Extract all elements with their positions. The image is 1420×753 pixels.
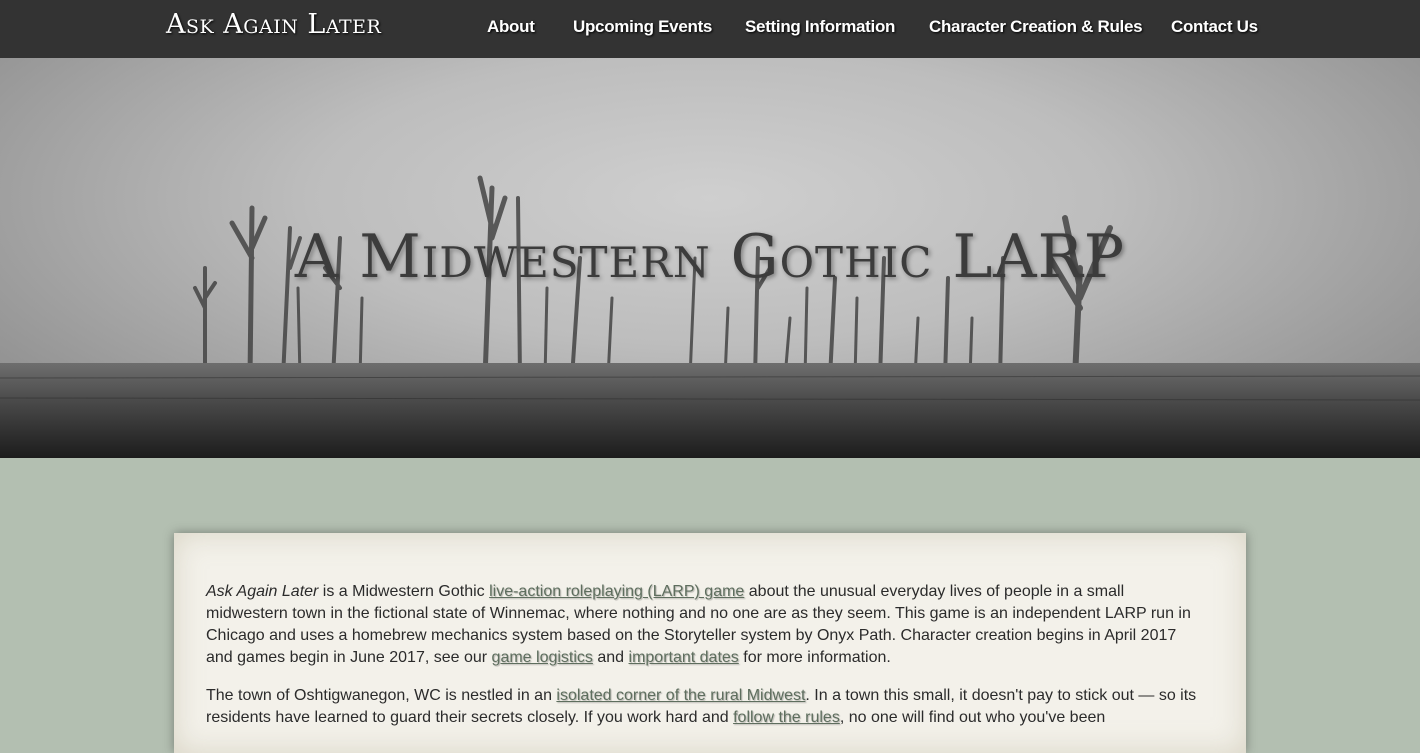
nav-item-upcoming-events[interactable]: Upcoming Events	[573, 17, 712, 37]
nav-item-character-creation-rules[interactable]: Character Creation & Rules	[929, 17, 1143, 37]
paragraph-text: , no one will find out who you've been	[839, 709, 1106, 726]
paragraph-text: for more information.	[738, 649, 891, 666]
hero-title: A Midwestern Gothic LARP	[294, 222, 1126, 292]
nav-item-setting-information[interactable]: Setting Information	[745, 17, 895, 37]
hero-banner: A Midwestern Gothic LARP	[0, 58, 1420, 458]
paragraph-text: The town of Oshtigwanegon, WC is nestled…	[206, 687, 557, 704]
paragraph-text: is a Midwestern Gothic	[318, 583, 490, 600]
nav-item-contact-us[interactable]: Contact Us	[1171, 17, 1258, 37]
intro-content-card: Ask Again Later is a Midwestern Gothic l…	[174, 533, 1246, 753]
important-dates-link[interactable]: important dates	[629, 649, 739, 666]
rural-midwest-link[interactable]: isolated corner of the rural Midwest	[556, 687, 805, 704]
nav-item-about[interactable]: About	[487, 17, 535, 37]
top-navbar: Ask Again Later About Upcoming Events Se…	[0, 0, 1420, 58]
town-paragraph: The town of Oshtigwanegon, WC is nestled…	[206, 685, 1206, 729]
intro-paragraph: Ask Again Later is a Midwestern Gothic l…	[206, 581, 1206, 669]
main-nav: About Upcoming Events Setting Informatio…	[0, 17, 1420, 41]
game-title-italic: Ask Again Later	[206, 583, 319, 600]
larp-game-link[interactable]: live-action roleplaying (LARP) game	[489, 583, 744, 600]
follow-the-rules-link[interactable]: follow the rules	[733, 709, 840, 726]
paragraph-text: and	[592, 649, 629, 666]
game-logistics-link[interactable]: game logistics	[492, 649, 593, 666]
